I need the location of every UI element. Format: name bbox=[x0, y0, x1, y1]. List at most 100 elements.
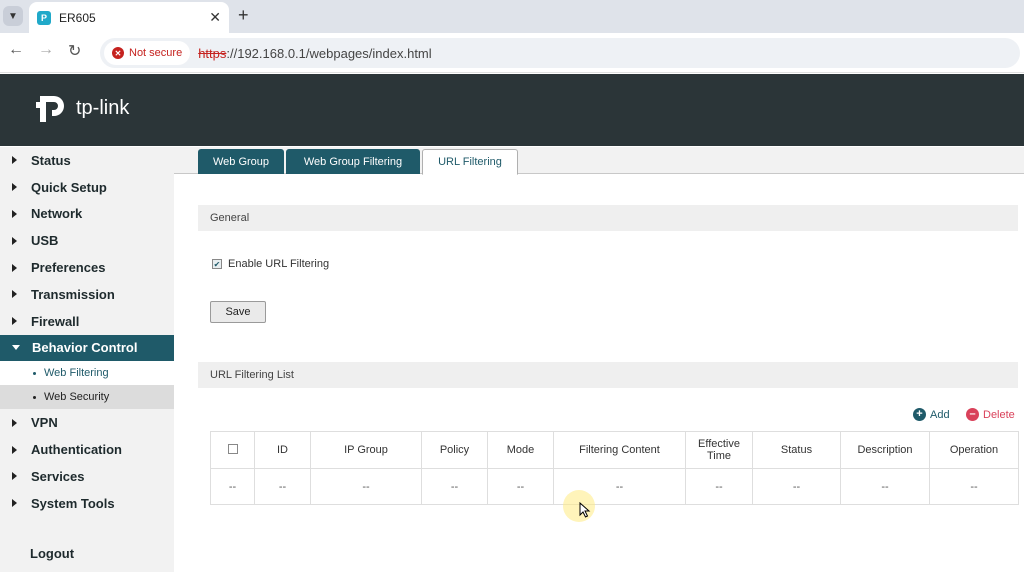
sidebar-item-label: VPN bbox=[31, 415, 58, 431]
select-all-checkbox[interactable] bbox=[227, 443, 238, 454]
caret-right-icon bbox=[12, 499, 17, 508]
column-header-line: Effective bbox=[698, 438, 740, 450]
sidebar-item-services[interactable]: Services bbox=[0, 463, 174, 490]
table-cell: -- bbox=[254, 468, 311, 505]
table-cell: -- bbox=[487, 468, 554, 505]
not-secure-label: Not secure bbox=[129, 47, 183, 59]
caret-right-icon bbox=[12, 290, 17, 299]
table-cell: -- bbox=[752, 468, 841, 505]
section-title: General bbox=[210, 212, 250, 224]
tab-search-dropdown-icon[interactable]: ▼ bbox=[3, 6, 23, 26]
address-bar[interactable]: ✕ Not secure https://192.168.0.1/webpage… bbox=[100, 38, 1020, 68]
sidebar-item-status[interactable]: Status bbox=[0, 147, 174, 174]
caret-down-icon bbox=[12, 345, 20, 351]
table-cell: -- bbox=[421, 468, 488, 505]
caret-right-icon bbox=[12, 445, 17, 454]
sidebar-item-label: Status bbox=[31, 152, 71, 168]
enable-url-filtering-row: ✔ Enable URL Filtering bbox=[212, 258, 329, 270]
mouse-pointer-icon bbox=[579, 502, 591, 518]
minus-circle-icon: – bbox=[966, 408, 979, 421]
enable-url-filtering-label: Enable URL Filtering bbox=[228, 258, 330, 270]
column-header: Status bbox=[752, 431, 841, 469]
sidebar-item-quick-setup[interactable]: Quick Setup bbox=[0, 174, 174, 201]
sidebar-item-transmission[interactable]: Transmission bbox=[0, 281, 174, 308]
caret-right-icon bbox=[12, 209, 17, 218]
sidebar-subitem-label: Web Security bbox=[44, 391, 110, 404]
caret-right-icon bbox=[12, 236, 17, 245]
url-filtering-table: ID IP Group Policy Mode Filtering Conten… bbox=[210, 431, 1019, 505]
save-button[interactable]: Save bbox=[210, 301, 266, 323]
sidebar-item-usb[interactable]: USB bbox=[0, 227, 174, 254]
browser-tab[interactable]: P ER605 ✕ bbox=[29, 2, 229, 33]
table-cell: -- bbox=[210, 468, 255, 505]
plus-circle-icon: + bbox=[913, 408, 926, 421]
sidebar-item-vpn[interactable]: VPN bbox=[0, 409, 174, 436]
tab-web-group-filtering[interactable]: Web Group Filtering bbox=[286, 149, 420, 174]
add-label: Add bbox=[930, 408, 950, 421]
table-row: -- -- -- -- -- -- -- -- -- -- bbox=[210, 468, 1019, 505]
sidebar-subitem-web-security[interactable]: Web Security bbox=[0, 385, 174, 410]
table-cell: -- bbox=[310, 468, 422, 505]
table-cell: -- bbox=[840, 468, 930, 505]
table-cell: -- bbox=[685, 468, 753, 505]
delete-button[interactable]: – Delete bbox=[966, 408, 1015, 421]
section-title: URL Filtering List bbox=[210, 369, 294, 381]
not-secure-chip[interactable]: ✕ Not secure bbox=[104, 41, 191, 65]
sidebar-item-behavior-control[interactable]: Behavior Control bbox=[0, 334, 174, 362]
tab-web-group[interactable]: Web Group bbox=[198, 149, 284, 174]
sidebar-item-label: USB bbox=[31, 233, 59, 249]
enable-url-filtering-checkbox[interactable]: ✔ bbox=[212, 259, 222, 269]
url-text: https://192.168.0.1/webpages/index.html bbox=[198, 46, 431, 61]
caret-right-icon bbox=[12, 317, 17, 326]
column-header: Description bbox=[840, 431, 930, 469]
tab-title: ER605 bbox=[59, 10, 96, 25]
sidebar-subitem-label: Web Filtering bbox=[44, 367, 109, 380]
warning-icon: ✕ bbox=[112, 47, 124, 59]
sidebar-item-label: Transmission bbox=[31, 286, 115, 302]
column-header: Policy bbox=[421, 431, 488, 469]
column-header: IP Group bbox=[310, 431, 422, 469]
sidebar-item-system-tools[interactable]: System Tools bbox=[0, 490, 174, 517]
column-header: Operation bbox=[929, 431, 1019, 469]
new-tab-icon[interactable]: + bbox=[238, 5, 249, 26]
reload-icon[interactable]: ↻ bbox=[68, 41, 81, 61]
bullet-icon bbox=[33, 371, 36, 375]
forward-arrow-icon[interactable]: → bbox=[38, 41, 54, 59]
bullet-icon bbox=[33, 395, 36, 399]
sidebar-item-label: Behavior Control bbox=[32, 340, 138, 356]
column-header: Filtering Content bbox=[553, 431, 686, 469]
sidebar: Status Quick Setup Network USB Preferenc… bbox=[0, 147, 174, 572]
close-tab-icon[interactable]: ✕ bbox=[209, 9, 221, 26]
tab-url-filtering[interactable]: URL Filtering bbox=[422, 149, 518, 175]
sidebar-item-network[interactable]: Network bbox=[0, 201, 174, 228]
sidebar-item-authentication[interactable]: Authentication bbox=[0, 436, 174, 463]
sidebar-item-label: Network bbox=[31, 206, 83, 222]
logout-link[interactable]: Logout bbox=[30, 546, 74, 561]
tp-link-favicon-icon: P bbox=[37, 10, 51, 25]
sidebar-subitem-web-filtering[interactable]: Web Filtering bbox=[0, 361, 174, 386]
browser-toolbar: ← → ↻ ✕ Not secure https://192.168.0.1/w… bbox=[0, 33, 1024, 73]
sidebar-item-label: Preferences bbox=[31, 260, 106, 276]
sidebar-item-firewall[interactable]: Firewall bbox=[0, 308, 174, 335]
sidebar-item-label: Quick Setup bbox=[31, 179, 107, 195]
url-filtering-list-header: URL Filtering List bbox=[198, 362, 1018, 388]
tp-link-logo-icon bbox=[36, 96, 64, 122]
column-header: Mode bbox=[487, 431, 554, 469]
column-header: ID bbox=[254, 431, 311, 469]
sidebar-item-label: Services bbox=[31, 468, 85, 484]
table-header-row: ID IP Group Policy Mode Filtering Conten… bbox=[210, 431, 1019, 469]
sidebar-item-label: System Tools bbox=[31, 495, 115, 511]
url-path: ://192.168.0.1/webpages/index.html bbox=[226, 45, 432, 61]
browser-tabstrip: ▼ P ER605 ✕ + bbox=[0, 0, 1024, 33]
add-button[interactable]: + Add bbox=[913, 408, 950, 421]
delete-label: Delete bbox=[983, 408, 1015, 421]
sidebar-item-preferences[interactable]: Preferences bbox=[0, 254, 174, 281]
sidebar-item-label: Firewall bbox=[31, 313, 80, 329]
column-header: Effective Time bbox=[685, 431, 753, 469]
caret-right-icon bbox=[12, 418, 17, 427]
logo-text: tp-link bbox=[76, 96, 130, 119]
general-section-header: General bbox=[198, 205, 1018, 231]
caret-right-icon bbox=[12, 156, 17, 165]
url-scheme: https bbox=[198, 45, 227, 61]
back-arrow-icon[interactable]: ← bbox=[8, 41, 24, 59]
